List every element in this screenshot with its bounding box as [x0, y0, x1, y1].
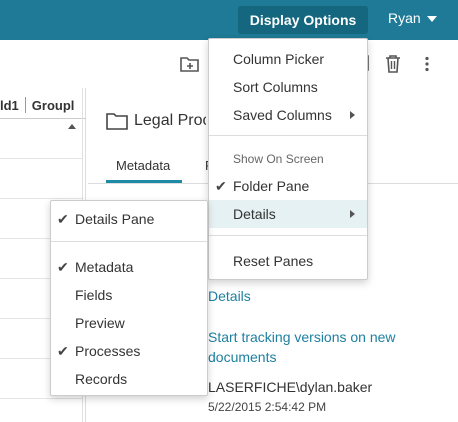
- folder-icon: [106, 113, 128, 130]
- chevron-right-icon: [350, 111, 355, 119]
- menu-item-saved-columns[interactable]: Saved Columns: [209, 101, 367, 129]
- menu-item-metadata[interactable]: ✔ Metadata: [51, 253, 207, 281]
- check-icon: ✔: [57, 211, 69, 227]
- menu-item-processes[interactable]: ✔ Processes: [51, 337, 207, 365]
- chevron-down-icon: [426, 16, 437, 22]
- menu-divider: [51, 241, 207, 242]
- menu-item-reset-panes[interactable]: Reset Panes: [209, 247, 367, 275]
- row-divider: [0, 398, 82, 399]
- trash-icon[interactable]: [385, 55, 401, 78]
- timestamp-text: 5/22/2015 2:54:42 PM: [208, 400, 327, 414]
- chevron-right-icon: [350, 210, 355, 218]
- new-folder-icon[interactable]: [180, 55, 200, 78]
- display-options-menu: Column Picker Sort Columns Saved Columns…: [208, 38, 368, 280]
- top-bar: Display Options Ryan: [0, 0, 458, 40]
- owner-text: LASERFICHE\dylan.baker: [208, 379, 373, 395]
- menu-divider: [209, 135, 367, 136]
- header-divider: [0, 118, 86, 119]
- menu-item-fields[interactable]: Fields: [51, 281, 207, 309]
- scroll-up-icon[interactable]: [68, 124, 76, 129]
- check-icon: ✔: [57, 343, 69, 359]
- column-header[interactable]: Groupl: [32, 98, 75, 113]
- row-divider: [0, 198, 82, 199]
- start-tracking-versions-link[interactable]: Start tracking versions on new documents: [208, 327, 438, 367]
- menu-item-details[interactable]: Details: [209, 200, 367, 228]
- user-name: Ryan: [388, 10, 421, 26]
- folder-name: Legal Proc: [134, 112, 206, 129]
- menu-divider: [209, 235, 367, 236]
- display-options-button[interactable]: Display Options: [238, 6, 368, 34]
- details-title: Legal Proc: [106, 112, 206, 130]
- column-headers: ld1 Groupl: [0, 92, 74, 118]
- details-link[interactable]: Details: [208, 288, 251, 304]
- check-icon: ✔: [215, 178, 227, 194]
- menu-item-details-pane[interactable]: ✔ Details Pane: [51, 205, 207, 233]
- menu-item-records[interactable]: Records: [51, 365, 207, 393]
- menu-item-sort-columns[interactable]: Sort Columns: [209, 73, 367, 101]
- details-submenu: ✔ Details Pane ✔ Metadata Fields Preview…: [50, 200, 208, 396]
- check-icon: ✔: [57, 259, 69, 275]
- user-menu[interactable]: Ryan: [388, 10, 437, 26]
- more-vert-icon[interactable]: [424, 56, 430, 77]
- column-divider[interactable]: [24, 97, 26, 113]
- menu-item-preview[interactable]: Preview: [51, 309, 207, 337]
- column-header[interactable]: ld1: [0, 98, 19, 113]
- menu-item-folder-pane[interactable]: ✔ Folder Pane: [209, 172, 367, 200]
- show-on-screen-header: Show On Screen: [233, 152, 324, 166]
- menu-item-column-picker[interactable]: Column Picker: [209, 45, 367, 73]
- tab-metadata[interactable]: Metadata: [116, 158, 170, 173]
- row-divider: [0, 158, 82, 159]
